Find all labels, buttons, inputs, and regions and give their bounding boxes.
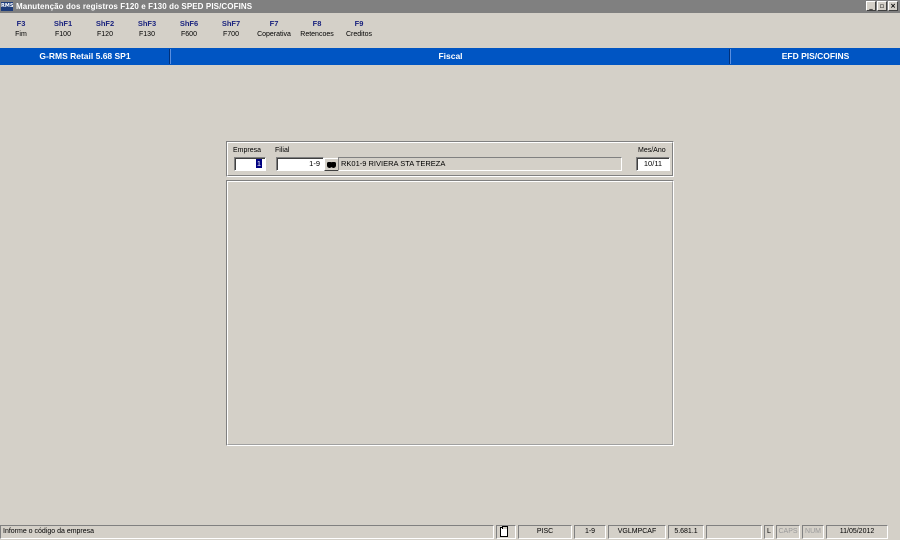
fkey-code: F7: [269, 19, 279, 28]
fkey-code: ShF1: [53, 19, 73, 28]
close-button[interactable]: ×: [888, 1, 898, 11]
fkey-label: Creditos: [345, 31, 373, 38]
module-name: Fiscal: [438, 51, 463, 61]
mesano-field[interactable]: 10/11: [636, 157, 670, 171]
restore-button[interactable]: ▫: [877, 1, 887, 11]
fkey-code: F3: [16, 19, 26, 28]
fkey-retencoes-button[interactable]: F8 Retencoes: [296, 18, 338, 40]
fkey-code: ShF7: [221, 19, 241, 28]
fkey-creditos-button[interactable]: F9 Creditos: [338, 18, 380, 40]
fkey-label: F700: [223, 31, 239, 38]
app-logo-icon: RMS: [1, 2, 14, 11]
status-user: VGLMPCAF: [608, 525, 666, 539]
minimize-button[interactable]: _: [866, 1, 876, 11]
status-caps: CAPS: [776, 525, 800, 539]
clipboard-icon[interactable]: [496, 525, 516, 539]
window-title: Manutenção dos registros F120 e F130 do …: [16, 2, 253, 11]
detail-area: [226, 180, 674, 446]
fkey-code: F9: [354, 19, 364, 28]
status-empty: [706, 525, 762, 539]
filter-panel: Empresa 1 Filial 1-9 RK01-9 RIVIERA STA …: [226, 141, 674, 177]
binoculars-icon[interactable]: [324, 158, 339, 171]
fkey-label: Coperativa: [257, 31, 291, 38]
fkey-coperativa-button[interactable]: F7 Coperativa: [252, 18, 296, 40]
status-date: 11/05/2012: [826, 525, 888, 539]
filial-label: Filial: [275, 147, 290, 154]
fkey-f700-button[interactable]: ShF7 F700: [210, 18, 252, 40]
fkey-code: ShF6: [179, 19, 199, 28]
mesano-label: Mes/Ano: [638, 147, 666, 154]
status-filial: 1-9: [574, 525, 606, 539]
fkey-label: F120: [97, 31, 113, 38]
status-mode: L: [764, 525, 774, 539]
fkey-label: Retencoes: [300, 31, 334, 38]
empresa-label: Empresa: [233, 147, 262, 154]
status-num: NUM: [802, 525, 824, 539]
fkey-f130-button[interactable]: ShF3 F130: [126, 18, 168, 40]
area-name: EFD PIS/COFINS: [781, 51, 850, 61]
status-version: 5.681.1: [668, 525, 704, 539]
window-titlebar: RMS Manutenção dos registros F120 e F130…: [0, 0, 900, 13]
filial-field[interactable]: 1-9: [276, 157, 324, 171]
fkey-label: F100: [55, 31, 71, 38]
function-key-toolbar: F3 Fim ShF1 F100 ShF2 F120 ShF3 F130 ShF…: [0, 18, 900, 46]
filial-description: RK01-9 RIVIERA STA TEREZA: [338, 157, 622, 171]
status-message: Informe o código da empresa: [0, 525, 494, 539]
fkey-fim-button[interactable]: F3 Fim: [0, 18, 42, 40]
fkey-code: ShF3: [137, 19, 157, 28]
fkey-f120-button[interactable]: ShF2 F120: [84, 18, 126, 40]
fkey-label: Fim: [15, 31, 27, 38]
status-bar: Informe o código da empresa PISC 1-9 VGL…: [0, 524, 900, 540]
fkey-code: ShF2: [95, 19, 115, 28]
fkey-f600-button[interactable]: ShF6 F600: [168, 18, 210, 40]
fkey-label: F600: [181, 31, 197, 38]
status-program: PISC: [518, 525, 572, 539]
module-header: G-RMS Retail 5.68 SP1 Fiscal EFD PIS/COF…: [0, 48, 900, 65]
fkey-code: F8: [312, 19, 322, 28]
product-name: G-RMS Retail 5.68 SP1: [39, 51, 131, 61]
empresa-field[interactable]: 1: [234, 157, 266, 171]
fkey-f100-button[interactable]: ShF1 F100: [42, 18, 84, 40]
empresa-value: 1: [255, 159, 262, 168]
fkey-label: F130: [139, 31, 155, 38]
